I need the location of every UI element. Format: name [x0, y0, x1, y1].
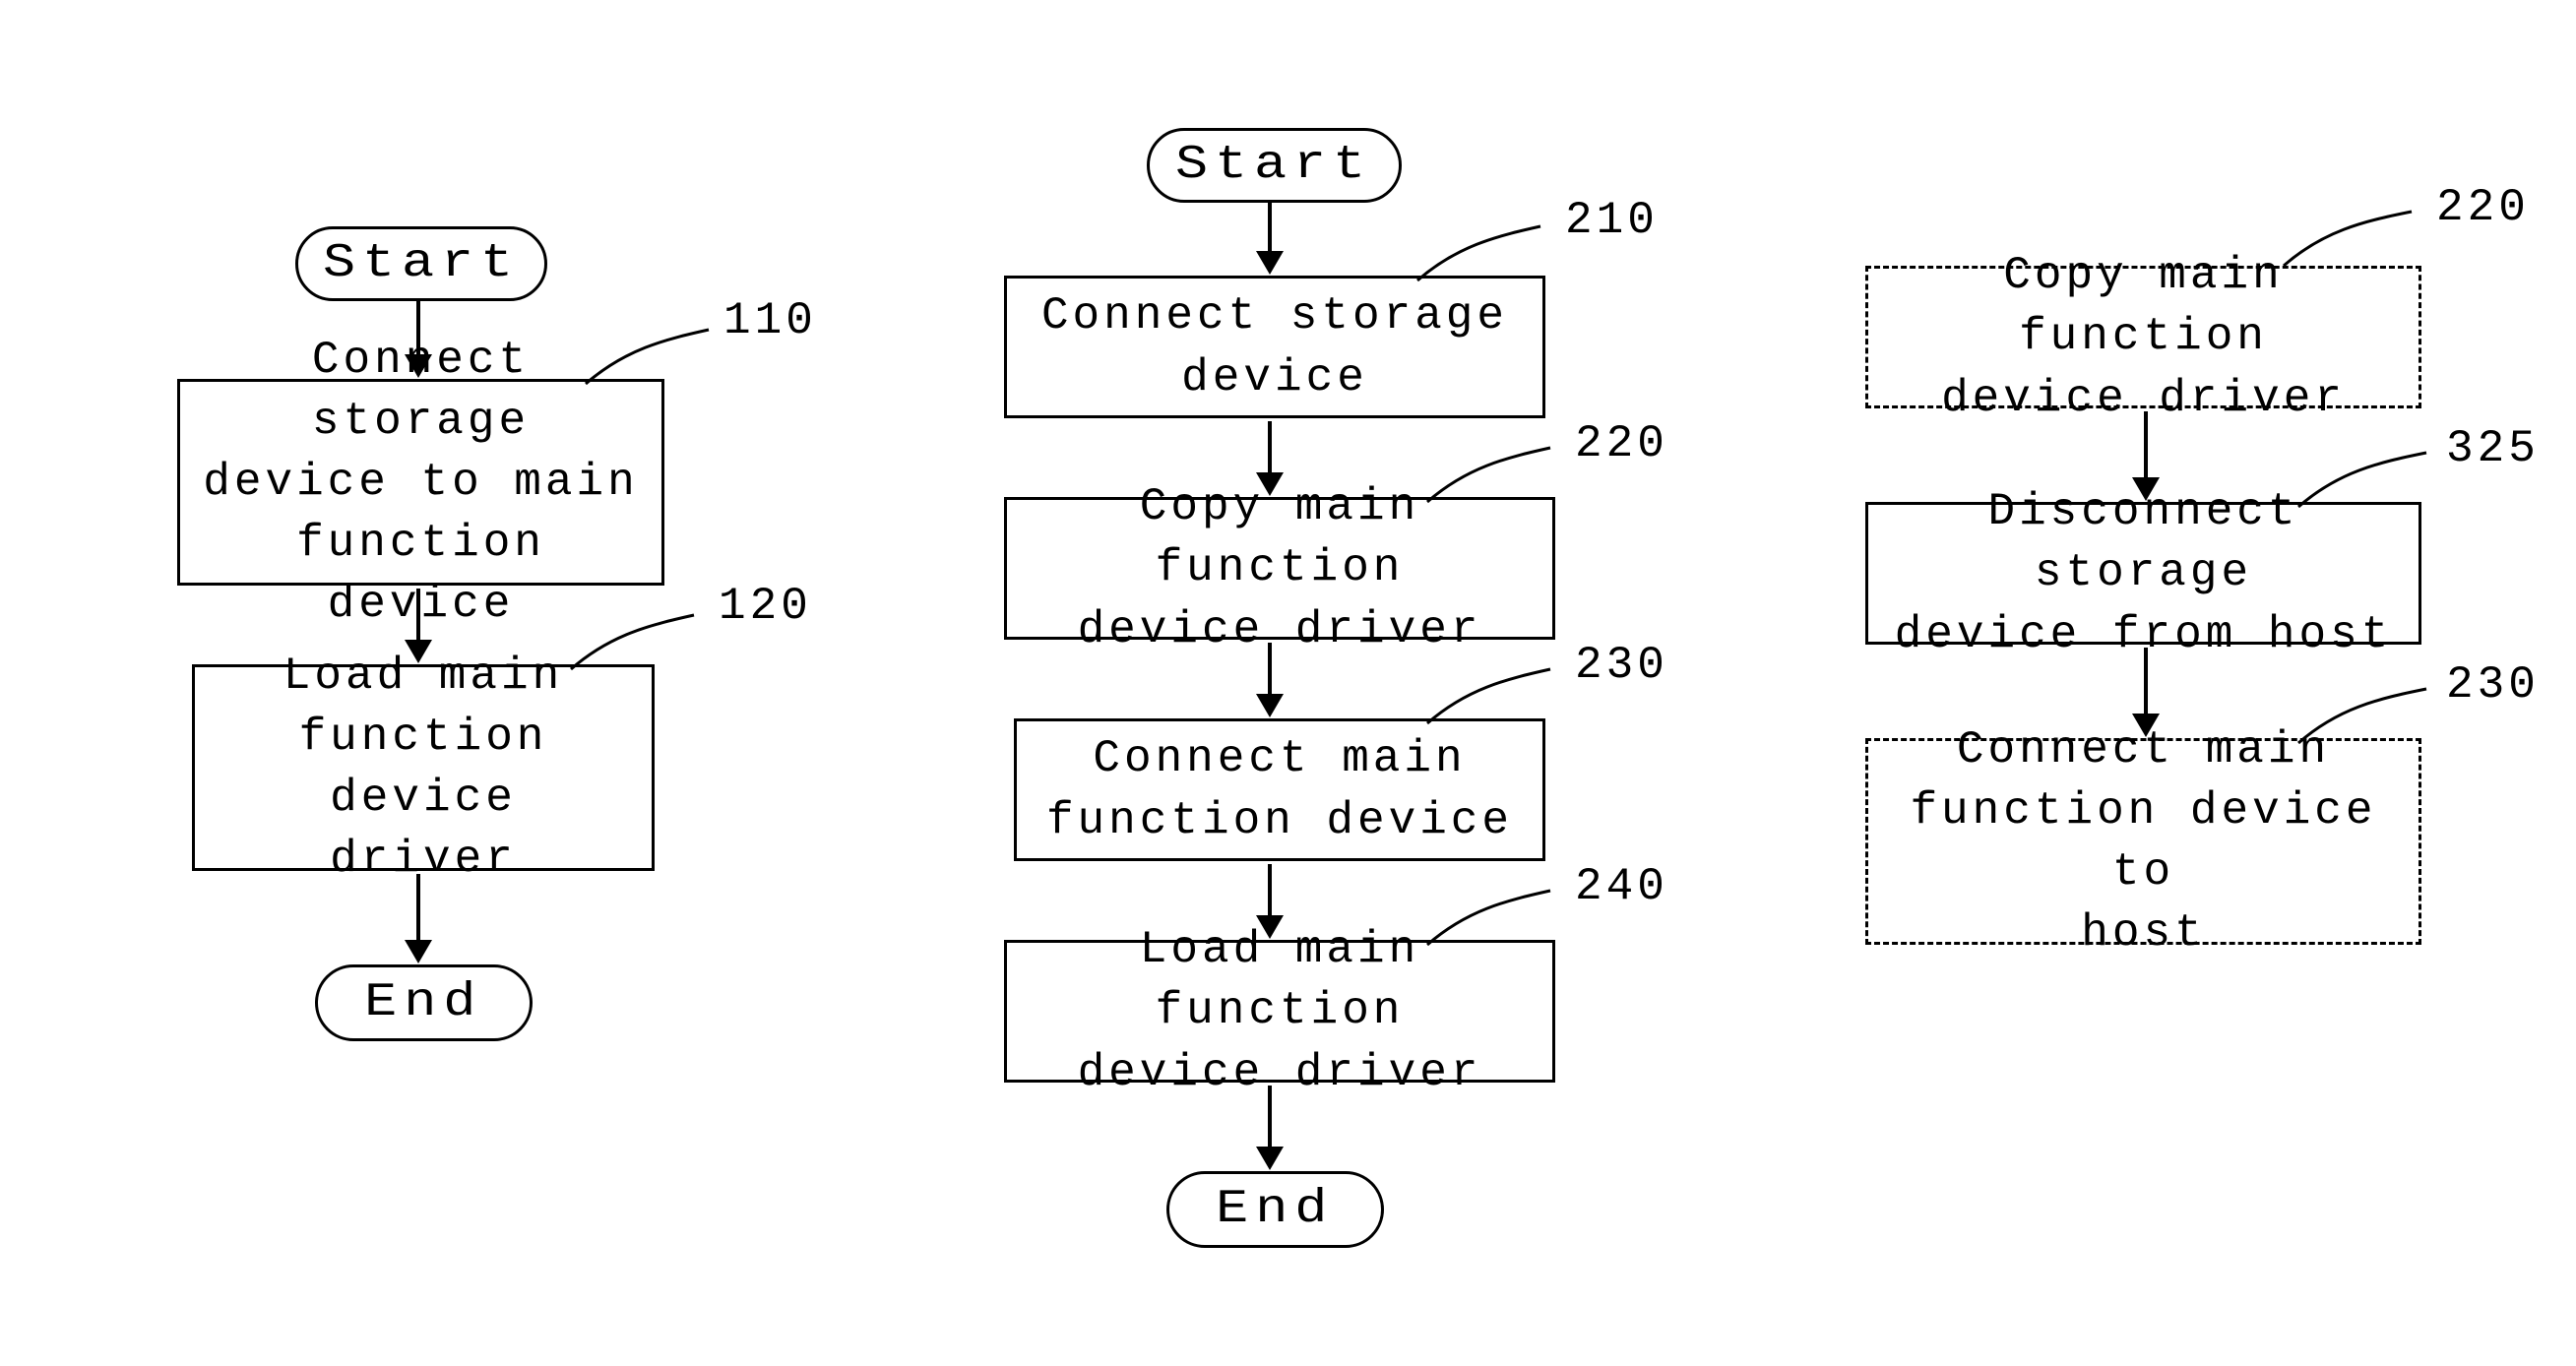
step-ref: 230 [1575, 640, 1668, 691]
leader-line [1427, 891, 1565, 950]
step-text-line: Connect main [1093, 733, 1466, 784]
step-text-line: device to main [203, 457, 638, 508]
step-text-line: driver [330, 834, 517, 885]
step-text-line: Load main [283, 651, 563, 702]
step-220: Copy main function device driver [1004, 497, 1555, 640]
arrowhead-icon [1256, 694, 1284, 717]
arrow [2144, 648, 2148, 716]
step-text-line: device [1181, 352, 1368, 404]
flowchart-end: End [1166, 1171, 1384, 1248]
step-text-line: Connect storage [312, 335, 530, 447]
step-text-line: function device to [1910, 785, 2376, 898]
step-230: Connect main function device to host [1865, 738, 2421, 945]
leader-line [2298, 453, 2441, 512]
arrow [1268, 1086, 1272, 1149]
step-ref: 240 [1575, 861, 1668, 912]
step-text-line: Disconnect storage [1987, 486, 2298, 598]
step-210: Connect storage device [1004, 276, 1545, 418]
step-325: Disconnect storage device from host [1865, 502, 2421, 645]
step-ref: 210 [1565, 195, 1659, 246]
arrow [1268, 200, 1272, 254]
step-text-line: function device [296, 518, 545, 630]
arrow [2144, 411, 2148, 480]
leader-line [2298, 689, 2441, 748]
leader-line [1417, 226, 1555, 285]
terminator-label: Start [323, 237, 520, 290]
step-220: Copy main function device driver [1865, 266, 2421, 408]
step-ref: 325 [2446, 423, 2540, 474]
leader-line [571, 615, 709, 674]
step-120: Load main function device driver [192, 664, 655, 871]
arrow [1268, 643, 1272, 697]
step-text-line: Connect main [1957, 724, 2330, 776]
terminator-label: Start [1175, 139, 1372, 192]
arrow [416, 874, 420, 943]
flowchart-end: End [315, 964, 533, 1041]
leader-line [586, 330, 723, 389]
leader-line [2284, 212, 2426, 271]
step-ref: 220 [2436, 182, 2530, 233]
step-240: Load main function device driver [1004, 940, 1555, 1083]
terminator-label: End [1216, 1183, 1334, 1236]
arrow [1268, 421, 1272, 475]
terminator-label: End [364, 976, 482, 1029]
step-ref: 230 [2446, 659, 2540, 711]
step-text-line: Copy main function [1140, 481, 1419, 593]
step-ref: 110 [723, 295, 817, 346]
step-text-line: host [2081, 907, 2205, 959]
arrowhead-icon [1256, 251, 1284, 275]
leader-line [1427, 448, 1565, 507]
step-text-line: Copy main function [2003, 250, 2283, 362]
flowchart-start: Start [295, 226, 547, 301]
step-text-line: device driver [1078, 604, 1482, 655]
arrow [416, 589, 420, 643]
arrowhead-icon [405, 940, 432, 963]
step-230: Connect main function device [1014, 718, 1545, 861]
step-text-line: device driver [1078, 1047, 1482, 1098]
step-text-line: function device [299, 712, 548, 824]
step-text-line: Load main function [1140, 924, 1419, 1036]
step-text-line: Connect storage [1041, 290, 1508, 342]
step-text-line: function device [1046, 795, 1513, 846]
leader-line [1427, 669, 1565, 728]
step-110: Connect storage device to main function … [177, 379, 664, 586]
step-ref: 220 [1575, 418, 1668, 469]
flowchart-start: Start [1147, 128, 1402, 203]
arrowhead-icon [1256, 1147, 1284, 1170]
step-ref: 120 [719, 581, 812, 632]
arrow [1268, 864, 1272, 918]
